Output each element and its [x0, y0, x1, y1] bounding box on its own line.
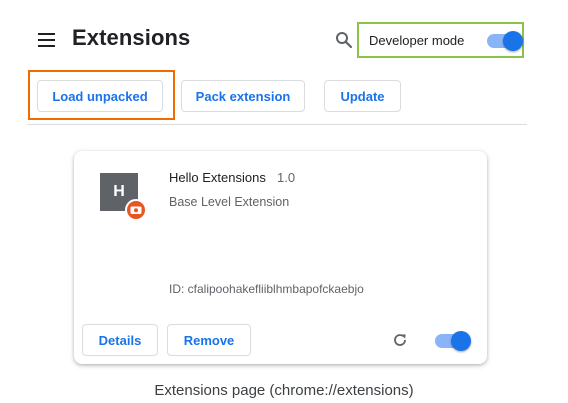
extension-enable-toggle[interactable] — [435, 331, 471, 351]
remove-button[interactable]: Remove — [167, 324, 251, 356]
extension-id: ID: cfalipoohakefliiblhmbapofckaebjo — [169, 282, 364, 296]
page-title: Extensions — [72, 25, 191, 50]
update-button[interactable]: Update — [324, 80, 401, 112]
figure-caption: Extensions page (chrome://extensions) — [154, 382, 414, 399]
extension-description: Base Level Extension — [169, 195, 290, 209]
extension-version: 1.0 — [277, 170, 296, 185]
developer-mode-highlight: Developer mode — [357, 22, 524, 58]
extension-name: Hello Extensions — [169, 170, 266, 185]
pack-extension-button[interactable]: Pack extension — [181, 80, 305, 112]
developer-mode-toggle[interactable] — [487, 31, 523, 51]
toolbar-divider — [27, 124, 527, 125]
details-button[interactable]: Details — [82, 324, 158, 356]
unpacked-badge-icon — [125, 199, 147, 221]
load-unpacked-button[interactable]: Load unpacked — [37, 80, 163, 112]
search-icon[interactable] — [335, 31, 353, 49]
reload-icon[interactable] — [392, 332, 408, 348]
menu-icon[interactable] — [38, 33, 55, 47]
extension-card: H Hello Extensions 1.0 Base Level Extens… — [74, 151, 487, 364]
developer-mode-label: Developer mode — [369, 33, 465, 48]
